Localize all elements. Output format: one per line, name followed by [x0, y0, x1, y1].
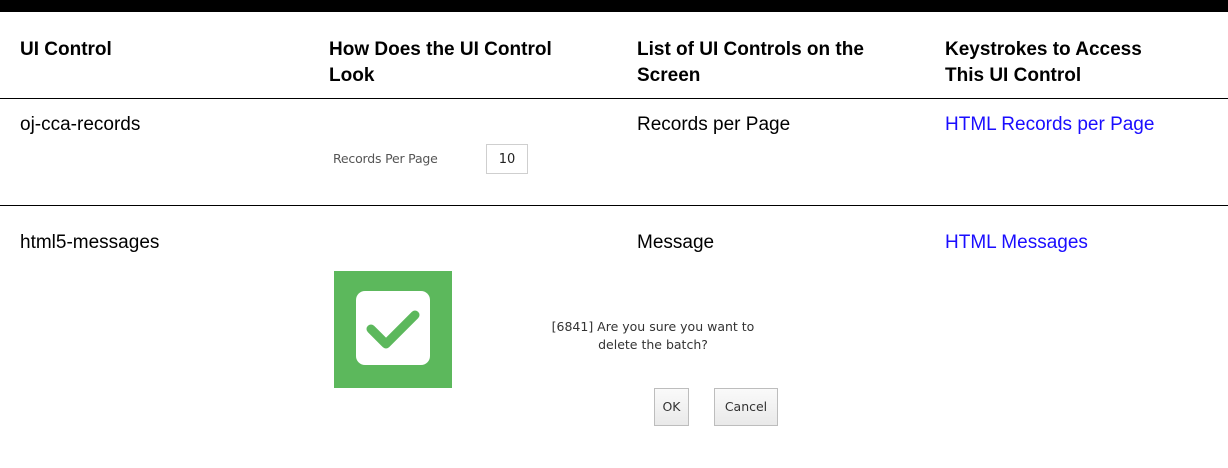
header-keystrokes-line1: Keystrokes to Access — [945, 39, 1142, 60]
dialog-message: [6841] Are you sure you want to delete t… — [544, 318, 762, 354]
cancel-button[interactable]: Cancel — [714, 388, 778, 426]
control-name: html5-messages — [20, 232, 160, 253]
control-list-item: Message — [637, 232, 715, 253]
header-look-line1: How Does the UI Control — [329, 39, 552, 60]
control-name: oj-cca-records — [20, 114, 141, 135]
header-list-line2: Screen — [637, 65, 701, 86]
header-keystrokes: Keystrokes to Access This UI Control — [945, 37, 1142, 89]
ok-button[interactable]: OK — [654, 388, 689, 426]
header-rule — [0, 98, 1228, 99]
header-list: List of UI Controls on the Screen — [637, 37, 864, 89]
header-keystrokes-line2: This UI Control — [945, 65, 1082, 86]
header-look-line2: Look — [329, 65, 375, 86]
header-list-line1: List of UI Controls on the — [637, 39, 864, 60]
keystrokes-link[interactable]: HTML Records per Page — [945, 113, 1154, 137]
checkmark-icon — [356, 291, 430, 365]
dialog-message-line2: delete the batch? — [598, 337, 708, 352]
records-per-page-label: Records Per Page — [333, 151, 438, 166]
header-look: How Does the UI Control Look — [329, 37, 552, 89]
row-rule — [0, 205, 1228, 206]
dialog-message-line1: [6841] Are you sure you want to — [551, 319, 755, 334]
top-rule — [0, 0, 1228, 12]
success-icon — [334, 271, 452, 388]
keystrokes-link[interactable]: HTML Messages — [945, 231, 1088, 255]
control-list-item: Records per Page — [637, 114, 791, 135]
records-per-page-input[interactable]: 10 — [486, 144, 528, 174]
header-ui-control: UI Control — [20, 39, 112, 60]
